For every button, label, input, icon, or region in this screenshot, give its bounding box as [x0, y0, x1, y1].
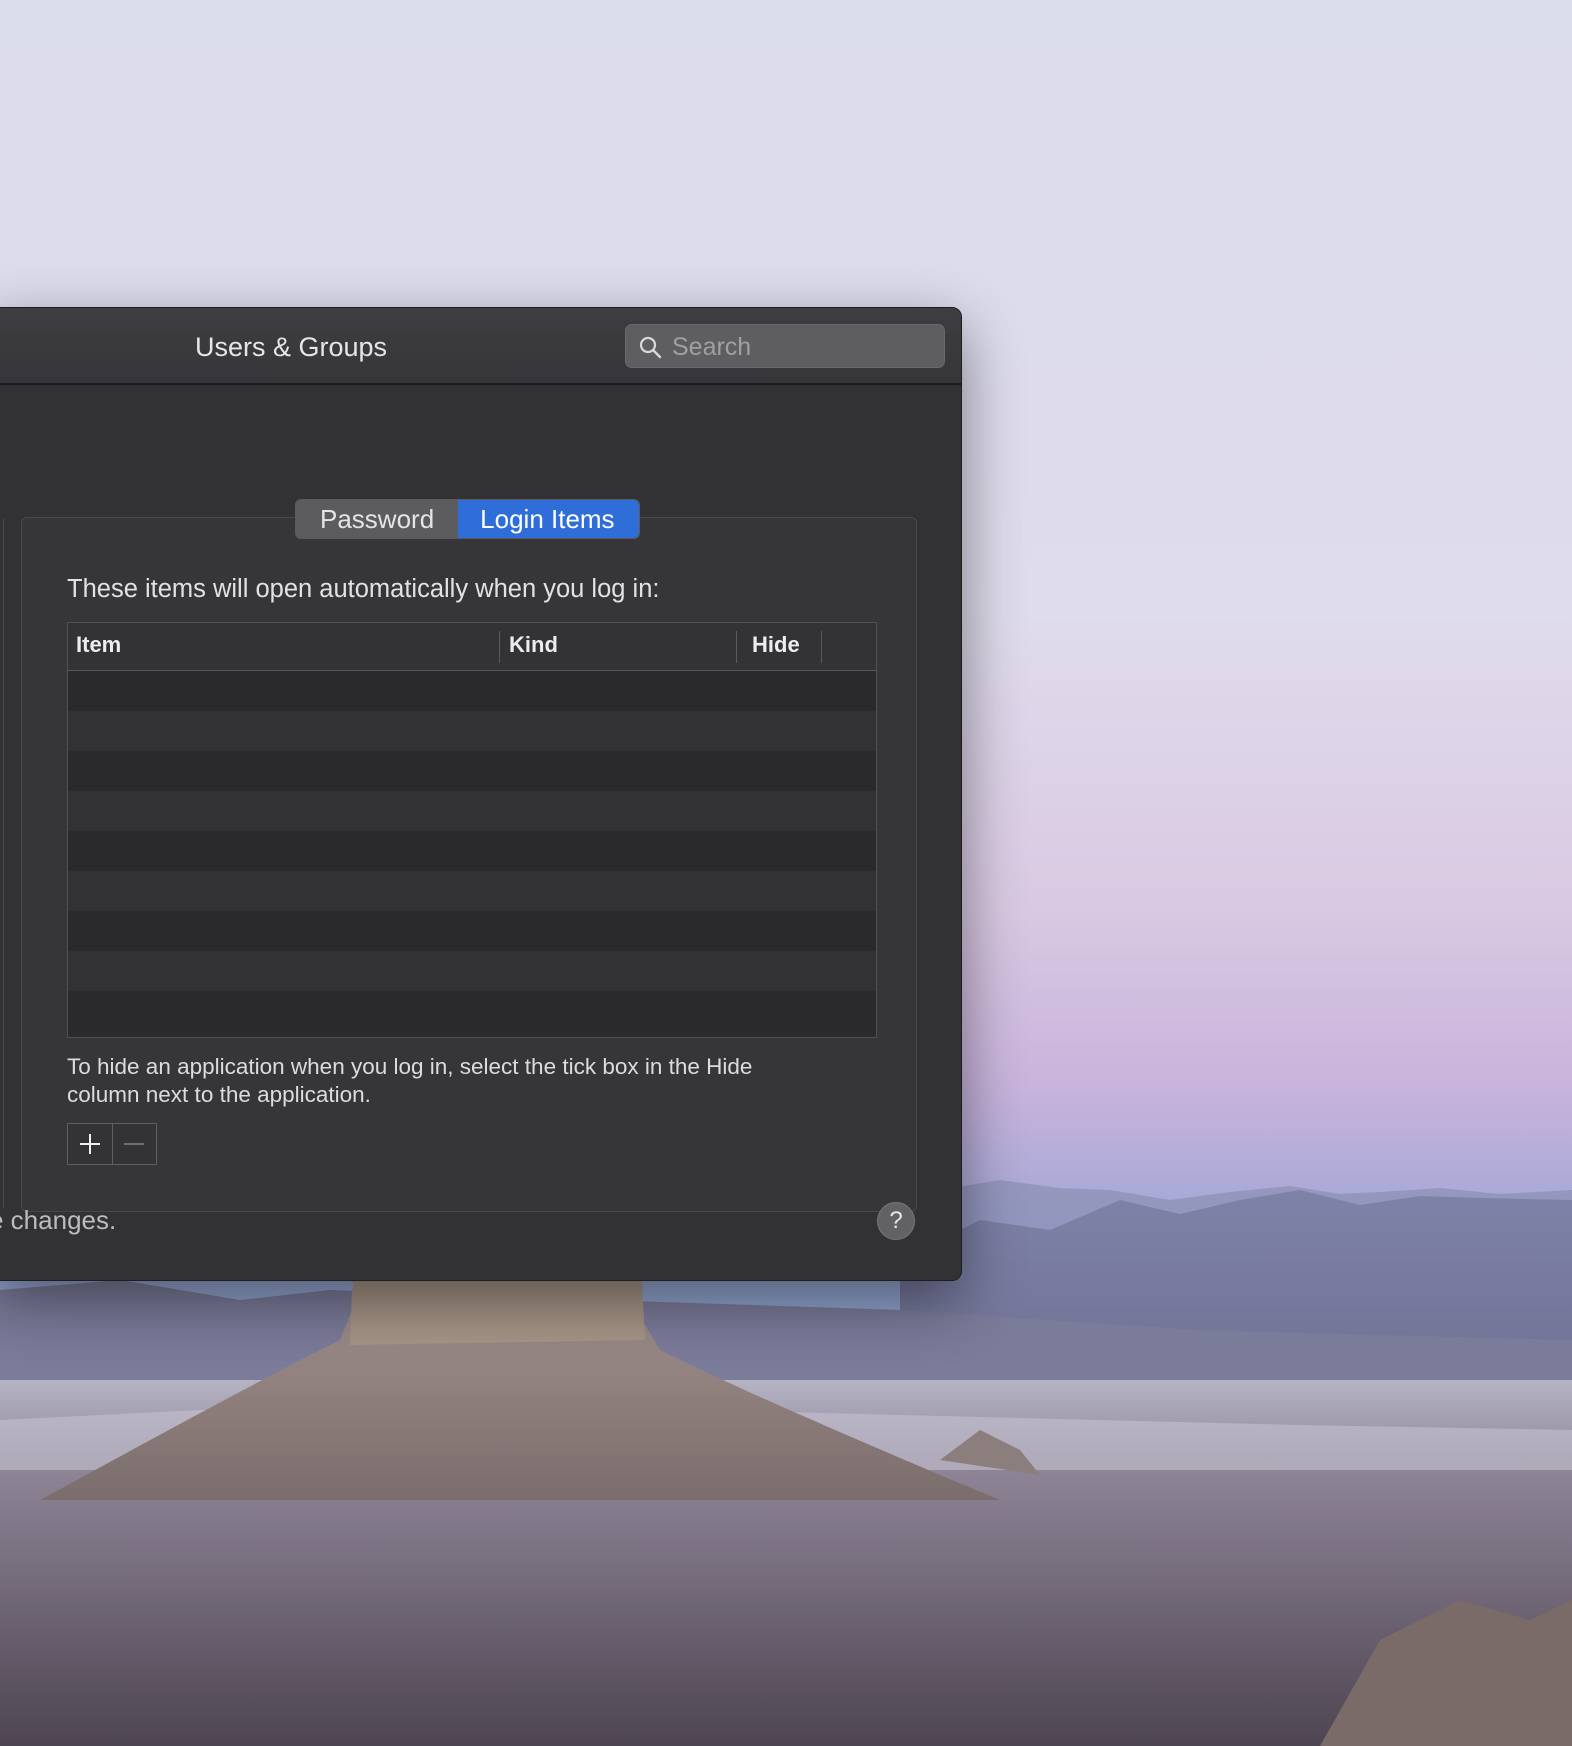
- add-remove-buttons: [67, 1123, 157, 1165]
- table-row: [68, 671, 876, 711]
- table-row: [68, 871, 876, 911]
- table-rows: [68, 671, 876, 1031]
- table-header: Item Kind Hide: [68, 623, 876, 671]
- remove-login-item-button[interactable]: [111, 1124, 157, 1164]
- plus-icon: [79, 1134, 100, 1154]
- tab-login-items[interactable]: Login Items: [458, 500, 639, 538]
- user-list-edge: [0, 518, 4, 1208]
- window-title: Users & Groups: [194, 332, 388, 362]
- add-login-item-button[interactable]: [68, 1124, 112, 1164]
- column-divider: [499, 631, 500, 663]
- table-row: [68, 791, 876, 831]
- titlebar: Users & Groups: [0, 308, 961, 385]
- tab-bar: Password Login Items: [295, 499, 640, 539]
- table-row: [68, 991, 876, 1031]
- column-divider: [821, 631, 822, 663]
- column-header-kind[interactable]: Kind: [509, 632, 558, 658]
- login-items-intro: These items will open automatically when…: [67, 575, 660, 603]
- column-header-hide[interactable]: Hide: [752, 632, 800, 658]
- hide-hint-text: To hide an application when you log in, …: [67, 1054, 753, 1107]
- content-area: Password Login Items These items will op…: [0, 385, 961, 1280]
- table-row: [68, 831, 876, 871]
- column-divider: [736, 631, 737, 663]
- column-header-item[interactable]: Item: [76, 632, 121, 658]
- table-row: [68, 711, 876, 751]
- table-row: [68, 911, 876, 951]
- minus-icon: [124, 1143, 145, 1145]
- table-row: [68, 951, 876, 991]
- search-icon: [639, 336, 662, 359]
- tab-password[interactable]: Password: [296, 500, 459, 538]
- search-field[interactable]: [625, 324, 945, 368]
- table-row: [68, 751, 876, 791]
- search-input[interactable]: [670, 329, 934, 365]
- users-groups-window: Users & Groups Password Login Items Thes…: [0, 307, 962, 1281]
- help-button[interactable]: ?: [877, 1202, 915, 1240]
- login-items-table[interactable]: Item Kind Hide: [67, 622, 877, 1038]
- lock-status-text: e changes.: [0, 1205, 117, 1235]
